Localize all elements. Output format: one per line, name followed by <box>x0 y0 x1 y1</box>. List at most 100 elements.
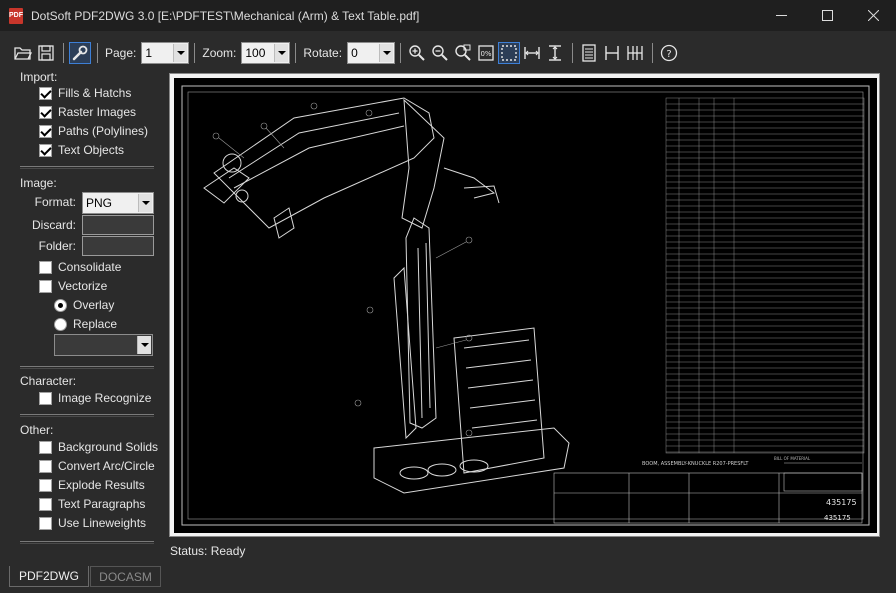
zoom-extents-button[interactable]: 0% <box>475 42 497 64</box>
bom-table-outline <box>665 97 865 454</box>
folder-input[interactable] <box>82 236 154 256</box>
app-icon: PDF <box>9 7 23 24</box>
checkbox-checked-icon <box>39 105 52 119</box>
tab-docasm[interactable]: DOCASM <box>90 566 161 587</box>
mechanical-drawing-image: BOOM, ASSEMBLY-KNUCKLE R207-PRESFLT 4351… <box>181 85 870 526</box>
maximize-button[interactable] <box>804 0 850 31</box>
help-icon: ? <box>660 44 678 62</box>
image-recognize-checkbox[interactable]: Image Recognize <box>39 390 151 406</box>
maximize-icon <box>821 10 833 21</box>
minimize-icon <box>775 15 787 16</box>
format-label: Format: <box>34 195 76 209</box>
zoom-out-button[interactable] <box>429 42 451 64</box>
radio-label: Replace <box>73 317 118 331</box>
chevron-down-icon <box>173 44 188 62</box>
save-button[interactable] <box>35 42 57 64</box>
help-button[interactable]: ? <box>658 42 680 64</box>
chevron-down-icon <box>379 44 394 62</box>
close-button[interactable] <box>850 0 896 31</box>
vectorize-checkbox[interactable]: Vectorize <box>39 278 107 294</box>
checkbox-icon <box>39 516 52 530</box>
checkbox-icon <box>39 478 52 492</box>
vectorize-mode-select[interactable] <box>54 334 153 356</box>
fills-hatchs-checkbox[interactable]: Fills & Hatchs <box>39 85 131 101</box>
settings-wrench-button[interactable] <box>69 42 91 64</box>
multi-column-button[interactable] <box>624 42 646 64</box>
discard-label: Discard: <box>31 218 76 232</box>
image-section-title: Image: <box>20 176 57 190</box>
open-folder-button[interactable] <box>12 42 34 64</box>
radio-label: Overlay <box>73 298 115 312</box>
checkbox-checked-icon <box>39 86 52 100</box>
minimize-button[interactable] <box>758 0 804 31</box>
checkbox-icon <box>39 497 52 511</box>
raster-images-checkbox[interactable]: Raster Images <box>39 104 136 120</box>
consolidate-checkbox[interactable]: Consolidate <box>39 259 121 275</box>
checkbox-label: Text Paragraphs <box>58 497 146 511</box>
overlay-radio[interactable]: Overlay <box>54 297 114 313</box>
multi-column-icon <box>627 46 643 60</box>
checkbox-icon <box>39 459 52 473</box>
other-section-title: Other: <box>20 423 54 437</box>
status-text: Status: Ready <box>170 544 246 558</box>
replace-radio[interactable]: Replace <box>54 316 117 332</box>
close-icon <box>867 10 879 21</box>
checkbox-label: Fills & Hatchs <box>58 86 132 100</box>
radio-selected-icon <box>54 298 67 312</box>
zoom-window-button[interactable] <box>452 42 474 64</box>
rotate-select-value: 0 <box>351 46 358 60</box>
section-divider <box>20 541 154 544</box>
wrench-icon <box>72 45 88 61</box>
checkbox-label: Image Recognize <box>58 391 152 405</box>
pdf-viewer[interactable]: BOOM, ASSEMBLY-KNUCKLE R207-PRESFLT 4351… <box>169 73 880 537</box>
page-view-button[interactable] <box>578 42 600 64</box>
discard-input[interactable] <box>82 215 154 235</box>
fit-height-icon <box>549 45 562 61</box>
paths-polylines-checkbox[interactable]: Paths (Polylines) <box>39 123 148 139</box>
toolbar-separator <box>97 43 98 63</box>
zoom-window-icon <box>455 44 471 61</box>
format-select[interactable]: PNG <box>82 192 154 214</box>
toolbar-separator <box>194 43 196 63</box>
checkbox-checked-icon <box>39 124 52 138</box>
convert-arc-circle-checkbox[interactable]: Convert Arc/Circle <box>39 458 155 474</box>
checkbox-checked-icon <box>39 143 52 157</box>
zoom-extents-icon: 0% <box>478 45 494 61</box>
dashed-selection-icon <box>501 45 517 61</box>
zoom-out-icon <box>432 45 448 61</box>
radio-icon <box>54 317 67 331</box>
fit-width-button[interactable] <box>521 42 543 64</box>
checkbox-label: Convert Arc/Circle <box>58 459 155 473</box>
bom-caption-text: BILL OF MATERIAL <box>774 456 811 461</box>
section-divider <box>20 166 154 169</box>
toolbar-separator <box>63 43 64 63</box>
zoom-in-button[interactable] <box>406 42 428 64</box>
checkbox-label: Background Solids <box>58 440 159 454</box>
checkbox-icon <box>39 440 52 454</box>
text-paragraphs-checkbox[interactable]: Text Paragraphs <box>39 496 145 512</box>
checkbox-label: Raster Images <box>58 105 137 119</box>
title-bar: PDF DotSoft PDF2DWG 3.0 [E:\PDFTEST\Mech… <box>0 0 896 31</box>
section-divider <box>20 414 154 417</box>
explode-results-checkbox[interactable]: Explode Results <box>39 477 145 493</box>
column-split-button[interactable] <box>601 42 623 64</box>
tab-pdf2dwg[interactable]: PDF2DWG <box>9 566 89 587</box>
fit-height-button[interactable] <box>544 42 566 64</box>
fit-width-icon <box>524 47 540 59</box>
zoom-select[interactable]: 100 <box>241 42 291 64</box>
background-solids-checkbox[interactable]: Background Solids <box>39 439 158 455</box>
chevron-down-icon <box>137 336 151 354</box>
drawing-title-text: BOOM, ASSEMBLY-KNUCKLE R207-PRESFLT <box>642 461 749 467</box>
use-lineweights-checkbox[interactable]: Use Lineweights <box>39 515 146 531</box>
page-select-value: 1 <box>145 46 153 60</box>
folder-open-icon <box>14 47 32 60</box>
toolbar-separator <box>295 43 297 63</box>
zoom-select-value: 100 <box>245 46 266 60</box>
drawing-number-text-lower: 435175 <box>824 514 851 522</box>
text-objects-checkbox[interactable]: Text Objects <box>39 142 124 158</box>
select-region-button[interactable] <box>498 42 521 64</box>
page-select[interactable]: 1 <box>141 42 190 64</box>
zoom-label: Zoom: <box>202 46 237 60</box>
format-select-value: PNG <box>86 196 113 210</box>
rotate-select[interactable]: 0 <box>347 42 396 64</box>
